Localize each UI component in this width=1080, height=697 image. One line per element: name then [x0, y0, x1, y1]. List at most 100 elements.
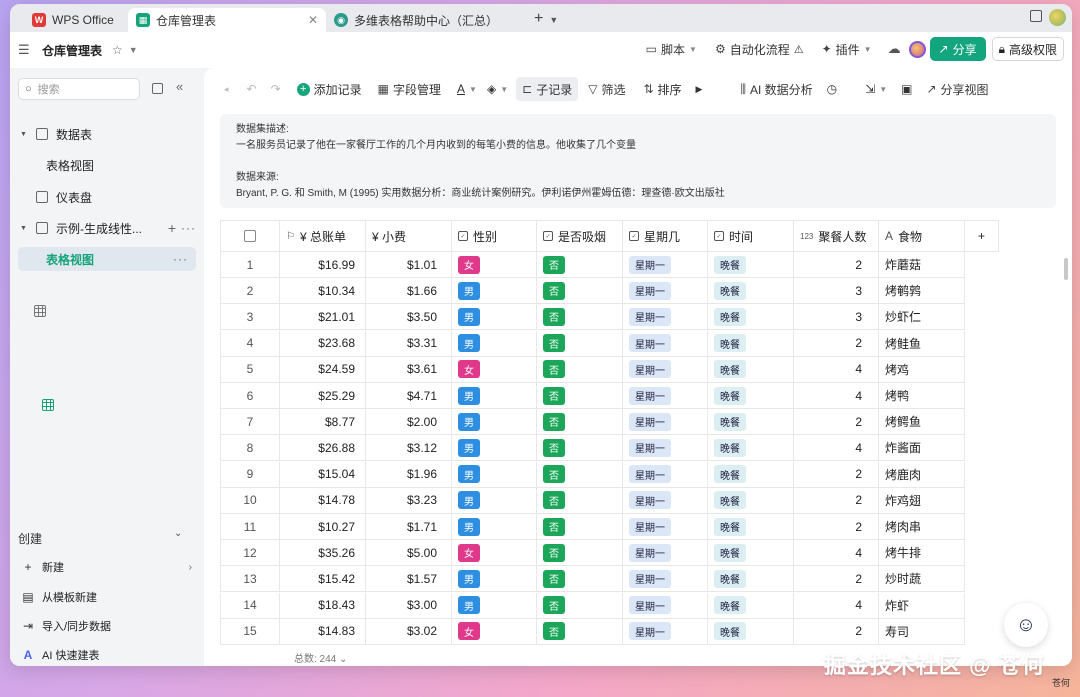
- row-number[interactable]: 8: [220, 435, 280, 462]
- cell-day[interactable]: 星期一: [623, 330, 708, 357]
- plugin-button[interactable]: ✦ 插件 ▼: [822, 41, 872, 58]
- search-input[interactable]: ○ 搜索: [18, 78, 140, 100]
- cell-size[interactable]: 3: [794, 278, 879, 305]
- cell-tip[interactable]: $3.23: [366, 487, 452, 514]
- cell-bill[interactable]: $14.78: [280, 487, 366, 514]
- column-header-food[interactable]: A 食物: [879, 220, 965, 252]
- column-header-size[interactable]: 123 聚餐人数: [794, 220, 879, 252]
- cell-sex[interactable]: 女: [452, 356, 537, 383]
- permission-button[interactable]: 🔒︎ 高级权限: [991, 37, 1064, 61]
- row-number[interactable]: 10: [220, 487, 280, 514]
- chevron-down-icon[interactable]: ▼: [129, 45, 138, 55]
- fill-color-icon[interactable]: ◈: [487, 77, 496, 101]
- cell-bill[interactable]: $26.88: [280, 435, 366, 462]
- cell-size[interactable]: 2: [794, 566, 879, 593]
- cell-food[interactable]: 炒虾仁: [879, 304, 965, 331]
- add-icon[interactable]: +: [168, 220, 176, 236]
- sidebar-item-example[interactable]: ▼ 示例-生成线性... + ···: [10, 216, 204, 240]
- row-number[interactable]: 13: [220, 566, 280, 593]
- cell-tip[interactable]: $2.00: [366, 409, 452, 436]
- cell-bill[interactable]: $23.68: [280, 330, 366, 357]
- row-number[interactable]: 7: [220, 409, 280, 436]
- cell-food[interactable]: 烤鸡: [879, 356, 965, 383]
- cell-bill[interactable]: $25.29: [280, 383, 366, 409]
- cell-bill[interactable]: $15.42: [280, 566, 366, 593]
- avatar[interactable]: [1049, 9, 1066, 26]
- cell-sex[interactable]: 男: [452, 592, 537, 619]
- column-header-time[interactable]: ✓ 时间: [708, 220, 794, 252]
- cell-day[interactable]: 星期一: [623, 514, 708, 540]
- redo-icon[interactable]: ↷: [271, 77, 281, 101]
- add-record-button[interactable]: + 添加记录: [296, 77, 362, 101]
- cell-day[interactable]: 星期一: [623, 252, 708, 278]
- cell-day[interactable]: 星期一: [623, 409, 708, 436]
- cell-sex[interactable]: 男: [452, 278, 537, 305]
- row-number[interactable]: 2: [220, 278, 280, 305]
- cell-time[interactable]: 晚餐: [708, 356, 794, 383]
- cell-time[interactable]: 晚餐: [708, 514, 794, 540]
- cell-smoker[interactable]: 否: [537, 330, 623, 357]
- tab-wps-office[interactable]: W WPS Office: [24, 8, 128, 32]
- row-number[interactable]: 15: [220, 618, 280, 645]
- cell-bill[interactable]: $16.99: [280, 252, 366, 278]
- cell-food[interactable]: 炒时蔬: [879, 566, 965, 593]
- row-number[interactable]: 5: [220, 356, 280, 383]
- cell-sex[interactable]: 女: [452, 252, 537, 278]
- row-number[interactable]: 12: [220, 540, 280, 567]
- cell-smoker[interactable]: 否: [537, 566, 623, 593]
- cell-sex[interactable]: 男: [452, 514, 537, 540]
- row-number[interactable]: 1: [220, 252, 280, 278]
- cell-tip[interactable]: $3.61: [366, 356, 452, 383]
- cell-tip[interactable]: $3.31: [366, 330, 452, 357]
- cell-tip[interactable]: $3.50: [366, 304, 452, 331]
- cell-time[interactable]: 晚餐: [708, 252, 794, 278]
- cell-tip[interactable]: $3.02: [366, 618, 452, 645]
- sidebar-item-grid-view-active[interactable]: 表格视图 ···: [18, 247, 196, 411]
- cell-sex[interactable]: 男: [452, 487, 537, 514]
- cell-smoker[interactable]: 否: [537, 409, 623, 436]
- share-button[interactable]: ↗ 分享: [929, 37, 986, 61]
- cell-tip[interactable]: $1.96: [366, 461, 452, 488]
- cell-day[interactable]: 星期一: [623, 356, 708, 383]
- record-total[interactable]: 总数: 244 ⌄: [294, 650, 347, 665]
- table-row[interactable]: 14 $18.43 $3.00 男 否 星期一 晚餐 4 炸虾: [220, 592, 965, 619]
- chevron-down-icon[interactable]: ▼: [500, 77, 508, 101]
- cell-smoker[interactable]: 否: [537, 252, 623, 278]
- cell-size[interactable]: 2: [794, 618, 879, 645]
- panel-icon[interactable]: [152, 83, 163, 94]
- table-row[interactable]: 6 $25.29 $4.71 男 否 星期一 晚餐 4 烤鸭: [220, 383, 965, 409]
- cell-food[interactable]: 寿司: [879, 618, 965, 645]
- column-header-bill[interactable]: ⚐ ¥ 总账单: [280, 220, 366, 252]
- cell-smoker[interactable]: 否: [537, 356, 623, 383]
- cell-smoker[interactable]: 否: [537, 487, 623, 514]
- row-number[interactable]: 4: [220, 330, 280, 357]
- cell-size[interactable]: 4: [794, 383, 879, 409]
- cell-bill[interactable]: $10.34: [280, 278, 366, 305]
- table-row[interactable]: 5 $24.59 $3.61 女 否 星期一 晚餐 4 烤鸡: [220, 356, 965, 383]
- collapse-sidebar-icon[interactable]: «: [176, 79, 183, 94]
- cell-size[interactable]: 4: [794, 356, 879, 383]
- cell-sex[interactable]: 女: [452, 618, 537, 645]
- cell-day[interactable]: 星期一: [623, 278, 708, 305]
- cell-smoker[interactable]: 否: [537, 540, 623, 567]
- cell-bill[interactable]: $35.26: [280, 540, 366, 567]
- restore-window-icon[interactable]: [1030, 10, 1042, 22]
- column-header-tip[interactable]: ¥ 小费: [366, 220, 452, 252]
- cell-food[interactable]: 炸虾: [879, 592, 965, 619]
- more-tools-icon[interactable]: ▶: [696, 77, 703, 101]
- cell-smoker[interactable]: 否: [537, 435, 623, 462]
- row-number[interactable]: 3: [220, 304, 280, 331]
- cell-smoker[interactable]: 否: [537, 461, 623, 488]
- more-icon[interactable]: ···: [181, 221, 196, 235]
- cell-time[interactable]: 晚餐: [708, 618, 794, 645]
- cell-food[interactable]: 烤鳄鱼: [879, 409, 965, 436]
- cell-size[interactable]: 2: [794, 487, 879, 514]
- cell-time[interactable]: 晚餐: [708, 435, 794, 462]
- from-template-button[interactable]: ▤ 从模板新建: [20, 586, 196, 608]
- undo-icon[interactable]: ↶: [247, 77, 257, 101]
- cell-size[interactable]: 4: [794, 540, 879, 567]
- ai-create-button[interactable]: A AI 快速建表: [20, 644, 196, 666]
- cell-size[interactable]: 4: [794, 435, 879, 462]
- table-row[interactable]: 2 $10.34 $1.66 男 否 星期一 晚餐 3 烤鹌鹑: [220, 278, 965, 305]
- cell-bill[interactable]: $14.83: [280, 618, 366, 645]
